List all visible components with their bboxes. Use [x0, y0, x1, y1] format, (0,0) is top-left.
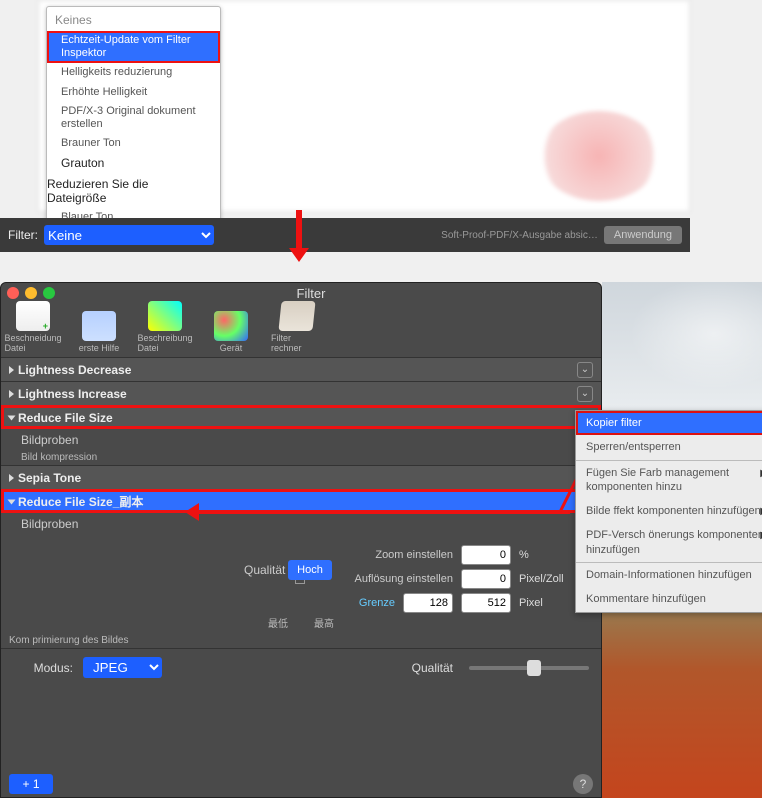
zoom-label: Zoom einstellen [313, 549, 453, 561]
apply-button[interactable]: Anwendung [604, 226, 682, 244]
add-filter-button[interactable]: + 1 [9, 774, 53, 794]
quality-label: Qualität [244, 563, 285, 577]
ctx-pdfx[interactable]: PDF-Versch önerungs komponenten hinzufüg… [576, 523, 762, 562]
filter-inspector-window: Filter Beschneidung Datei erste Hilfe Be… [0, 282, 602, 798]
filter-label: Filter: [8, 228, 38, 242]
mode-label: Modus: [13, 661, 73, 675]
annotation-arrow-down [296, 210, 302, 258]
dropdown-item-realtime[interactable]: Echtzeit-Update vom Filter Inspektor [47, 31, 220, 63]
ctx-copy-filter[interactable]: Kopier filter [576, 411, 762, 435]
toolbar: Beschneidung Datei erste Hilfe Beschreib… [1, 303, 601, 357]
quality-slider[interactable] [469, 666, 589, 670]
dropdown-item[interactable]: PDF/X-3 Original dokument erstellen [47, 102, 220, 134]
annotation-arrow-left [190, 510, 570, 514]
filter-select[interactable]: Keine [44, 225, 214, 245]
bound-min-input[interactable] [403, 593, 453, 613]
ctx-lock-unlock[interactable]: Sperren/entsperren [576, 435, 762, 459]
swatch-icon [148, 301, 182, 331]
chevron-down-icon[interactable]: ⌄ [577, 362, 593, 378]
filter-select-dropdown[interactable]: Keines Echtzeit-Update vom Filter Inspek… [46, 6, 221, 222]
window-footer: + 1 ? [1, 771, 601, 797]
ctx-domain-info[interactable]: Domain-Informationen hinzufügen [576, 562, 762, 587]
subrow-bildkompression[interactable]: Bild kompression [1, 451, 601, 465]
row-lightness-increase[interactable]: Lightness Increase⌄ [1, 381, 601, 405]
compress-caption: Kom primierung des Bildes [1, 634, 601, 648]
softproof-label: Soft-Proof-PDF/X-Ausgabe absic… [441, 230, 598, 241]
window-title: Filter [61, 286, 561, 301]
filter-context-menu[interactable]: Kopier filter Sperren/entsperren Fügen S… [575, 410, 762, 613]
sheet-icon [278, 301, 315, 331]
quality-slider-label: Qualität [412, 661, 453, 675]
ctx-image-fx[interactable]: Bilde ffekt komponenten hinzufügen▶ [576, 499, 762, 523]
zoom-input[interactable] [461, 545, 511, 565]
slider-thumb[interactable] [527, 660, 541, 676]
dropdown-item[interactable]: Helligkeits reduzierung [47, 63, 220, 82]
row-reduce-file-size[interactable]: Reduce File Size⌄ [1, 405, 601, 429]
filter-bar: Filter: Keine Soft-Proof-PDF/X-Ausgabe a… [0, 218, 690, 252]
mode-row: Modus: JPEG Qualität [1, 648, 601, 686]
dropdown-item[interactable]: Erhöhte Helligkeit [47, 83, 220, 102]
dropdown-item-reduce[interactable]: Reduzieren Sie die Dateigröße [33, 174, 220, 209]
min-caption: 最低 [268, 615, 288, 630]
minimize-icon[interactable] [25, 287, 37, 299]
zoom-icon[interactable] [43, 287, 55, 299]
quality-select[interactable]: Hoch [288, 560, 332, 580]
max-caption: 最高 [314, 615, 334, 630]
subrow-bildproben-copy[interactable]: Bildproben [1, 513, 601, 535]
ctx-comments[interactable]: Kommentare hinzufügen [576, 587, 762, 611]
toolbar-firstaid[interactable]: erste Hilfe [73, 311, 125, 353]
toolbar-describe[interactable]: Beschreibung Datei [139, 301, 191, 353]
image-sample-panel: Zoom einstellen % Auflösung einstellen P… [1, 535, 601, 634]
row-sepia-tone[interactable]: Sepia Tone⌄ [1, 465, 601, 489]
mode-select[interactable]: JPEG [83, 657, 162, 678]
titlebar[interactable]: Filter [1, 283, 601, 303]
dropdown-item[interactable]: Brauner Ton [47, 134, 220, 153]
subrow-bildproben[interactable]: Bildproben [1, 429, 601, 451]
bound-max-input[interactable] [461, 593, 511, 613]
rgb-orb-icon [214, 311, 248, 341]
help-button[interactable]: ? [573, 774, 593, 794]
toolbar-filtercalc[interactable]: Filter rechner [271, 301, 323, 353]
row-lightness-decrease[interactable]: Lightness Decrease⌄ [1, 357, 601, 381]
bound-label: Grenze [255, 597, 395, 609]
firstaid-icon [82, 311, 116, 341]
chevron-down-icon[interactable]: ⌄ [577, 386, 593, 402]
toolbar-crop[interactable]: Beschneidung Datei [7, 301, 59, 353]
stamp-graphic [539, 111, 659, 201]
toolbar-device[interactable]: Gerät [205, 311, 257, 353]
page-plus-icon [16, 301, 50, 331]
resolution-label: Auflösung einstellen [313, 573, 453, 585]
dropdown-item[interactable]: Grauton [47, 153, 220, 173]
resolution-input[interactable] [461, 569, 511, 589]
ctx-color-mgmt[interactable]: Fügen Sie Farb management komponenten hi… [576, 460, 762, 500]
dropdown-header: Keines [47, 7, 220, 31]
close-icon[interactable] [7, 287, 19, 299]
